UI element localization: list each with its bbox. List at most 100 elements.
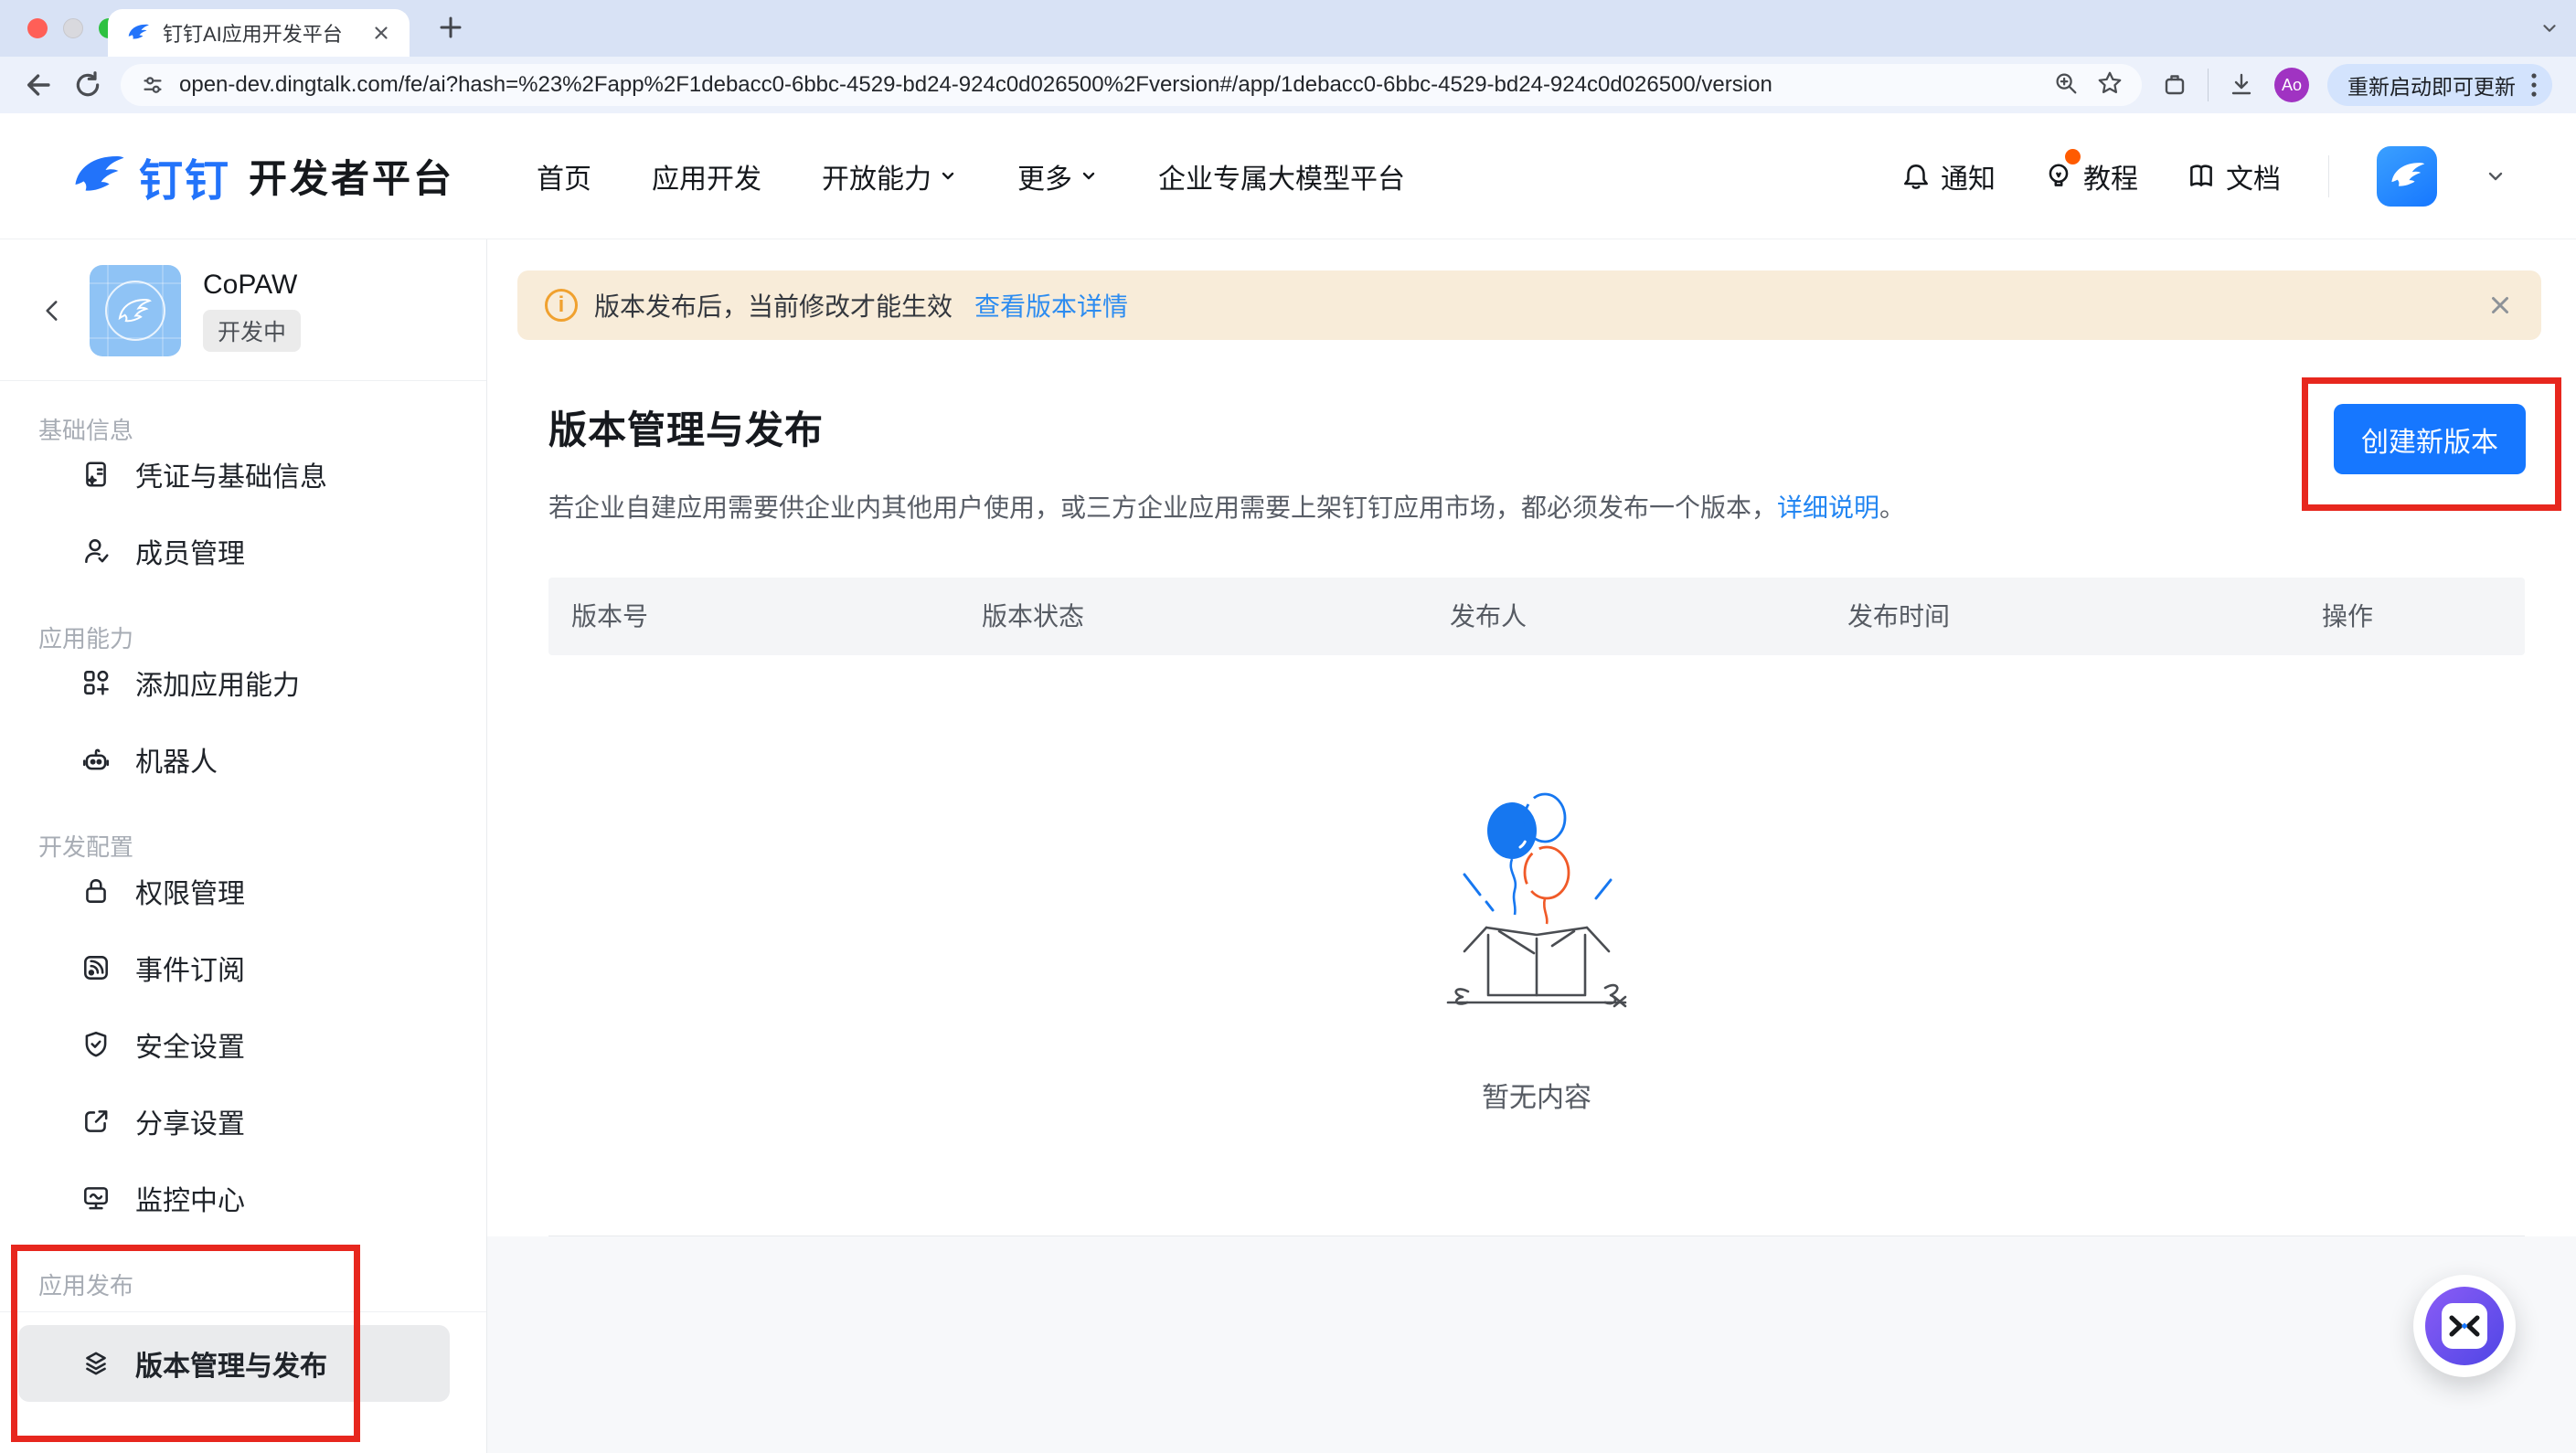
main-nav: 首页 应用开发 开放能力 更多 企业专属大模型平台 [537,156,1405,196]
header-divider [2328,154,2329,197]
sidebar-item-label: 成员管理 [135,539,245,569]
chevron-down-icon [942,172,954,179]
section-basic-info: 基础信息 [38,417,134,444]
new-tab-button[interactable] [437,14,464,41]
bookmark-star-icon[interactable] [2096,69,2124,101]
dingtalk-favicon-icon [128,24,149,39]
browser-tab-strip: 钉钉AI应用开发平台 [0,0,2576,57]
chevrons-logo-icon [2449,1315,2480,1337]
layers-icon [80,1348,112,1379]
minimize-window-button[interactable] [63,18,83,38]
browser-toolbar: open-dev.dingtalk.com/fe/ai?hash=%23%2Fa… [0,57,2576,113]
app-avatar [90,265,181,356]
sidebar-item-event-subscription[interactable]: 事件订阅 [0,929,486,1006]
banner-text: 版本发布后，当前修改才能生效 [594,292,953,321]
extensions-icon[interactable] [2160,70,2189,100]
assistant-gradient-ring [2425,1287,2504,1365]
back-icon[interactable] [24,69,55,101]
browser-tab[interactable]: 钉钉AI应用开发平台 [108,9,410,57]
nav-home[interactable]: 首页 [537,156,591,196]
tutorial-button[interactable]: 教程 [2043,148,2138,196]
empty-box-balloons-illustration [1446,792,1627,1008]
bulb-icon [2049,164,2069,186]
site-header: 钉钉 开发者平台 首页 应用开发 开放能力 更多 企业专属大模型平台 通知 教程 [0,113,2576,239]
browser-profile-avatar[interactable]: Ao [2274,68,2309,102]
tutorial-label: 教程 [2083,164,2138,195]
sidebar-item-label: 监控中心 [135,1186,245,1216]
sidebar-item-credentials[interactable]: 凭证与基础信息 [0,436,486,513]
user-avatar[interactable] [2377,145,2437,207]
sidebar-item-label: 事件订阅 [135,956,245,986]
downloads-icon[interactable] [2227,70,2256,100]
tab-close-icon[interactable] [371,23,391,43]
sidebar-item-label: 分享设置 [135,1109,245,1140]
sidebar-item-security[interactable]: 安全设置 [0,1006,486,1083]
id-card-icon [80,459,112,490]
docs-button[interactable]: 文档 [2186,156,2281,196]
sidebar-item-monitor-center[interactable]: 监控中心 [0,1160,486,1236]
nav-app-dev[interactable]: 应用开发 [652,156,761,196]
back-chevron-icon[interactable] [37,295,68,326]
kebab-menu-icon[interactable] [2530,71,2538,99]
banner-view-version-link[interactable]: 查看版本详情 [974,287,1128,323]
page-description: 若企业自建应用需要供企业内其他用户使用，或三方企业应用需要上架钉钉应用市场，都必… [548,493,1906,522]
section-app-capability: 应用能力 [38,625,134,652]
empty-state: 暂无内容 [548,655,2525,1115]
tab-title: 钉钉AI应用开发平台 [163,23,343,46]
create-version-button[interactable]: 创建新版本 [2334,404,2526,474]
robot-icon [80,744,112,775]
col-actions: 操作 [2322,602,2374,631]
detail-docs-link[interactable]: 详细说明 [1777,493,1879,522]
notifications-button[interactable]: 通知 [1900,156,1996,196]
shield-icon [80,1029,112,1060]
sidebar-item-label: 凭证与基础信息 [135,462,327,493]
site-settings-tune-icon[interactable] [139,71,166,99]
lock-icon [80,875,112,907]
version-table-header: 版本号 版本状态 发布人 发布时间 操作 [548,578,2525,655]
sidebar-item-label: 版本管理与发布 [135,1352,327,1382]
monitor-icon [80,1183,112,1214]
brand-suffix: 开发者平台 [249,157,455,200]
bell-icon [1904,164,1928,189]
chevron-down-icon [1082,172,1095,179]
nav-open-capability[interactable]: 开放能力 [822,156,957,196]
floating-assistant-button[interactable] [2413,1275,2516,1377]
sidebar-item-add-capability[interactable]: 添加应用能力 [0,644,486,721]
sidebar-item-members[interactable]: 成员管理 [0,513,486,589]
empty-state-text: 暂无内容 [1482,1083,1591,1113]
zoom-in-page-icon[interactable] [2052,69,2080,101]
sidebar-item-label: 机器人 [135,748,218,778]
app-name: CoPAW [203,270,298,300]
avatar-chevron-down-icon[interactable] [2485,165,2507,187]
sidebar-item-robot[interactable]: 机器人 [0,721,486,798]
nav-more[interactable]: 更多 [1017,156,1098,196]
update-chip-label: 重新启动即可更新 [2347,75,2516,99]
sidebar-item-label: 安全设置 [135,1033,245,1063]
sidebar-item-version-management[interactable]: 版本管理与发布 [18,1325,450,1402]
app-sidebar: CoPAW 开发中 基础信息 凭证与基础信息 成员管理 应用能力 添加应用能力 [0,239,487,1453]
assistant-logo [2442,1303,2487,1349]
tab-strip-chevron-icon[interactable] [2539,18,2560,38]
close-window-button[interactable] [27,18,48,38]
col-publish-time: 发布时间 [1847,602,1951,631]
reload-icon[interactable] [73,70,102,100]
dingtalk-brand[interactable]: 钉钉 开发者平台 [69,144,454,208]
sidebar-item-share-settings[interactable]: 分享设置 [0,1083,486,1160]
brand-name: 钉钉 [139,156,231,206]
sidebar-item-label: 权限管理 [135,879,245,909]
col-publisher: 发布人 [1450,602,1528,631]
macos-window-controls [27,18,119,38]
sidebar-item-permissions[interactable]: 权限管理 [0,853,486,929]
section-dev-config: 开发配置 [38,833,134,861]
banner-close-icon[interactable] [2486,292,2514,319]
dingtalk-logo-icon [75,155,124,191]
page-lower-background [487,1236,2576,1453]
col-version-status: 版本状态 [982,602,1085,631]
version-notice-banner: i 版本发布后，当前修改才能生效 查看版本详情 [517,270,2541,340]
chrome-update-chip[interactable]: 重新启动即可更新 [2327,64,2552,106]
nav-llm-platform[interactable]: 企业专属大模型平台 [1158,156,1405,196]
url-text[interactable]: open-dev.dingtalk.com/fe/ai?hash=%23%2Fa… [179,72,2039,98]
tutorial-badge-dot [2065,148,2081,164]
address-bar[interactable]: open-dev.dingtalk.com/fe/ai?hash=%23%2Fa… [121,64,2142,106]
main-content: i 版本发布后，当前修改才能生效 查看版本详情 版本管理与发布 若企业自建应用需… [487,239,2576,1453]
